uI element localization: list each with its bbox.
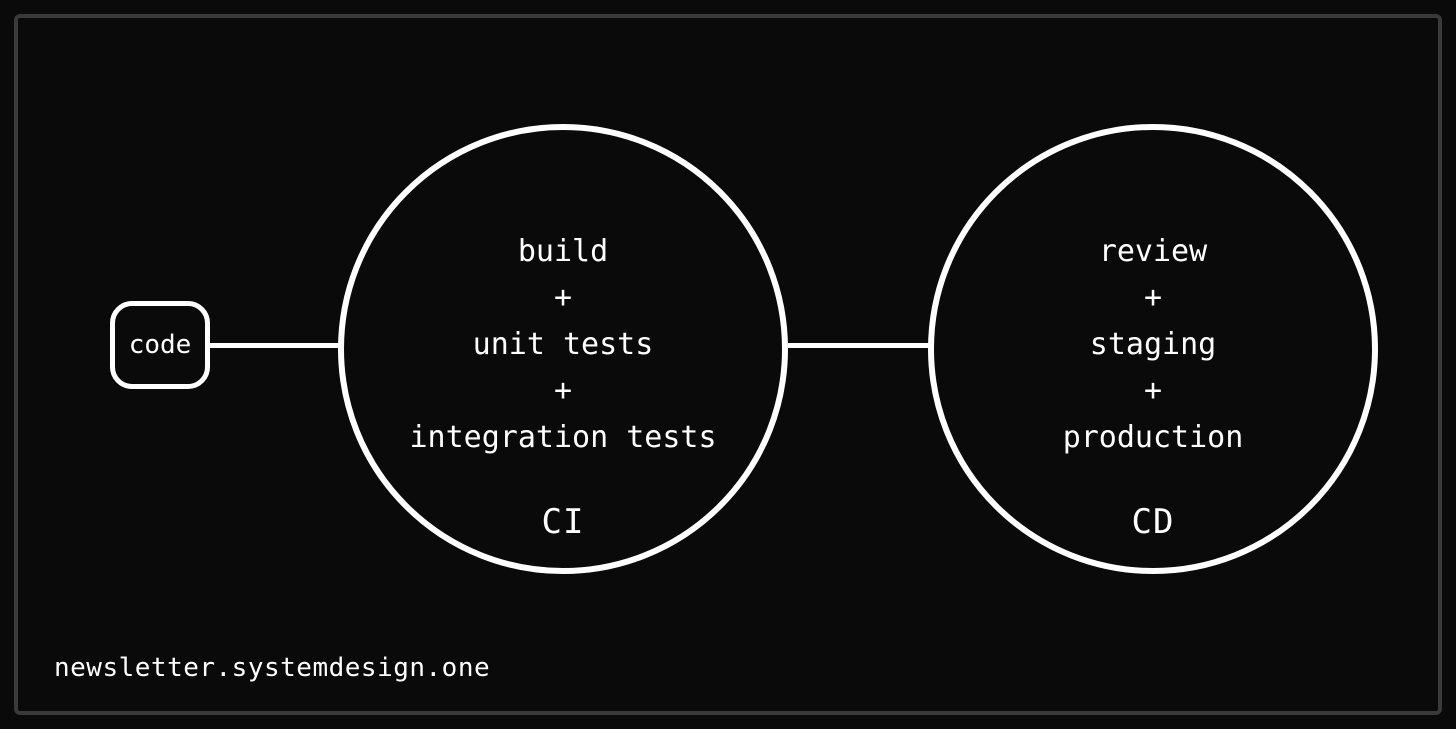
ci-line-3: + — [554, 368, 572, 415]
cd-line-2: staging — [1090, 322, 1216, 369]
ci-node: build + unit tests + integration tests C… — [338, 124, 788, 574]
diagram-frame: code build + unit tests + integration te… — [14, 14, 1442, 715]
cd-line-3: + — [1144, 368, 1162, 415]
cd-line-1: + — [1144, 275, 1162, 322]
diagram-area: code build + unit tests + integration te… — [18, 18, 1438, 711]
code-node: code — [110, 301, 210, 389]
code-node-label: code — [129, 330, 192, 360]
ci-line-4: integration tests — [409, 415, 716, 462]
ci-line-1: + — [554, 275, 572, 322]
ci-line-2: unit tests — [473, 322, 654, 369]
connector-ci-to-cd — [788, 343, 933, 348]
cd-node-label: CD — [1132, 502, 1175, 542]
ci-node-label: CI — [542, 502, 585, 542]
ci-node-content: build + unit tests + integration tests — [409, 229, 716, 462]
cd-node: review + staging + production CD — [928, 124, 1378, 574]
connector-code-to-ci — [198, 343, 343, 348]
cd-line-4: production — [1063, 415, 1244, 462]
cd-node-content: review + staging + production — [1063, 229, 1244, 462]
ci-line-0: build — [518, 229, 608, 276]
cd-line-0: review — [1099, 229, 1207, 276]
attribution-text: newsletter.systemdesign.one — [54, 653, 490, 683]
